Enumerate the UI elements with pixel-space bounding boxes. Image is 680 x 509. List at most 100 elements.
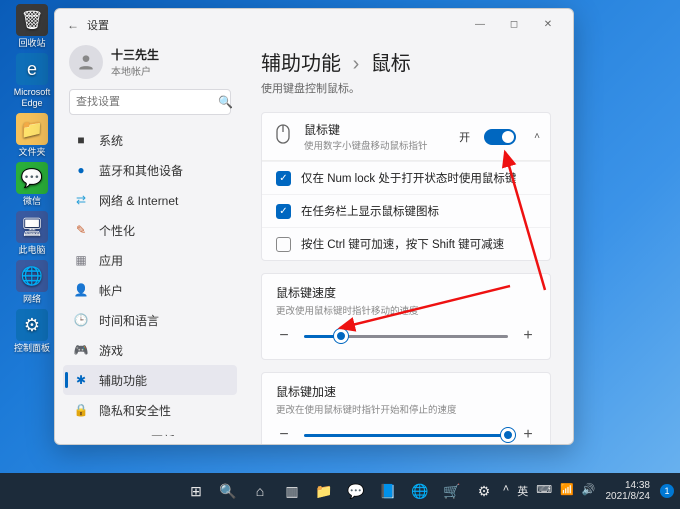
sidebar-item[interactable]: 👤帐户 bbox=[63, 275, 237, 305]
checkbox[interactable] bbox=[276, 237, 291, 252]
window-max-button[interactable]: ◻ bbox=[497, 13, 531, 37]
search-box[interactable]: 🔍 bbox=[69, 89, 231, 115]
sidebar-item-label: 蓝牙和其他设备 bbox=[99, 162, 183, 179]
chevron-up-icon[interactable]: ˄ bbox=[534, 131, 540, 142]
desktop-icon[interactable]: 🗑回收站 bbox=[6, 4, 58, 49]
sidebar-item[interactable]: ■ 系统 bbox=[63, 125, 237, 155]
mouse-icon bbox=[272, 124, 294, 149]
speed-slider[interactable] bbox=[304, 335, 508, 338]
speed-title: 鼠标键速度 bbox=[276, 284, 536, 301]
sidebar-item[interactable]: ⟳ Windows 更新 bbox=[63, 425, 237, 436]
sidebar-item-label: 个性化 bbox=[99, 222, 135, 239]
settings-sidebar: 十三先生 本地帐户 🔍 ■ 系统 ● 蓝牙和其他设备 ⇄ 网络 & Internet ✎个性… bbox=[55, 41, 245, 444]
page-subtitle: 使用键盘控制鼠标。 bbox=[261, 80, 551, 96]
tray-overflow-icon[interactable]: ˄ bbox=[503, 483, 509, 499]
sidebar-item[interactable]: ✎个性化 bbox=[63, 215, 237, 245]
breadcrumb-parent[interactable]: 辅助功能 bbox=[261, 53, 341, 75]
sidebar-item-label: 网络 & Internet bbox=[99, 192, 178, 209]
desktop-icon[interactable]: 🖥此电脑 bbox=[6, 211, 58, 256]
tray-volume-icon[interactable]: 🔊 bbox=[582, 483, 596, 499]
taskbar-button[interactable]: ⌂ bbox=[247, 478, 273, 504]
window-close-button[interactable]: ✕ bbox=[531, 13, 565, 37]
sidebar-nav: ■ 系统 ● 蓝牙和其他设备 ⇄ 网络 & Internet ✎个性化▦应用👤帐户🕒时间和语… bbox=[63, 125, 237, 436]
accel-minus-button[interactable]: − bbox=[276, 426, 292, 444]
tray-wifi-icon[interactable]: 📶 bbox=[560, 483, 574, 499]
sidebar-item-icon: 👤 bbox=[73, 283, 89, 297]
sidebar-item-icon: 🕒 bbox=[73, 313, 89, 327]
option-label: 在任务栏上显示鼠标键图标 bbox=[301, 203, 439, 219]
mousekeys-title: 鼠标键 bbox=[304, 121, 449, 138]
taskbar-button[interactable]: 📁 bbox=[311, 478, 337, 504]
taskbar-center: ⊞🔍⌂▥📁💬📘🌐🛒⚙ bbox=[183, 478, 497, 504]
accel-card: 鼠标键加速 更改在使用鼠标键时指针开始和停止的速度 − + bbox=[261, 372, 551, 444]
desktop-icon[interactable]: 💬微信 bbox=[6, 162, 58, 207]
sidebar-item[interactable]: 🕒时间和语言 bbox=[63, 305, 237, 335]
accel-title: 鼠标键加速 bbox=[276, 383, 536, 400]
desktop-icon[interactable]: 📁文件夹 bbox=[6, 113, 58, 158]
sidebar-item-icon: ⇄ bbox=[73, 193, 89, 207]
sidebar-item[interactable]: ▦应用 bbox=[63, 245, 237, 275]
option-label: 按住 Ctrl 键可加速，按下 Shift 键可减速 bbox=[301, 236, 504, 252]
settings-content: 辅助功能 › 鼠标 使用键盘控制鼠标。 鼠标键 使用数字小键盘移动鼠标指针 开 … bbox=[245, 41, 573, 444]
mousekeys-option[interactable]: ✓ 在任务栏上显示鼠标键图标 bbox=[262, 194, 550, 227]
taskbar-button[interactable]: 🔍 bbox=[215, 478, 241, 504]
mousekeys-option[interactable]: ✓仅在 Num lock 处于打开状态时使用鼠标键 bbox=[262, 161, 550, 194]
sidebar-item-label: 隐私和安全性 bbox=[99, 402, 171, 419]
taskbar-button[interactable]: 💬 bbox=[343, 478, 369, 504]
taskbar-button[interactable]: ⚙ bbox=[471, 478, 497, 504]
sidebar-item-label: 游戏 bbox=[99, 342, 123, 359]
taskbar-button[interactable]: ⊞ bbox=[183, 478, 209, 504]
desktop-icon[interactable]: ⚙控制面板 bbox=[6, 309, 58, 354]
sidebar-item[interactable]: ⇄ 网络 & Internet bbox=[63, 185, 237, 215]
sidebar-item[interactable]: 🎮 游戏 bbox=[63, 335, 237, 365]
sidebar-item-label: Windows 更新 bbox=[99, 432, 175, 437]
checkbox[interactable]: ✓ bbox=[276, 204, 291, 219]
speed-desc: 更改使用鼠标键时指针移动的速度 bbox=[276, 303, 536, 317]
checkbox[interactable]: ✓ bbox=[276, 171, 291, 186]
sidebar-item-icon: ✱ bbox=[73, 373, 89, 387]
sidebar-item[interactable]: ● 蓝牙和其他设备 bbox=[63, 155, 237, 185]
user-block[interactable]: 十三先生 本地帐户 bbox=[63, 41, 237, 89]
sidebar-item-label: 辅助功能 bbox=[99, 372, 147, 389]
taskbar-button[interactable]: ▥ bbox=[279, 478, 305, 504]
taskbar-clock[interactable]: 14:38 2021/8/24 bbox=[606, 480, 651, 502]
mousekeys-desc: 使用数字小键盘移动鼠标指针 bbox=[304, 138, 449, 152]
back-button[interactable]: ← bbox=[63, 18, 83, 32]
sidebar-item[interactable]: 🔒隐私和安全性 bbox=[63, 395, 237, 425]
tray-ime[interactable]: 英 bbox=[517, 483, 528, 499]
window-title: 设置 bbox=[87, 17, 109, 33]
taskbar-button[interactable]: 🌐 bbox=[407, 478, 433, 504]
mousekeys-option[interactable]: 按住 Ctrl 键可加速，按下 Shift 键可减速 bbox=[262, 227, 550, 260]
avatar bbox=[69, 45, 103, 79]
tray-keyboard-icon[interactable]: ⌨ bbox=[536, 483, 552, 499]
speed-plus-button[interactable]: + bbox=[520, 327, 536, 345]
search-icon: 🔍 bbox=[218, 95, 233, 109]
desktop-icon[interactable]: 🌐网络 bbox=[6, 260, 58, 305]
mousekeys-options: ✓仅在 Num lock 处于打开状态时使用鼠标键✓在任务栏上显示鼠标键图标按住… bbox=[262, 160, 550, 260]
breadcrumb-current: 鼠标 bbox=[371, 53, 411, 75]
mousekeys-state: 开 bbox=[459, 129, 470, 145]
taskbar-button[interactable]: 🛒 bbox=[439, 478, 465, 504]
speed-card: 鼠标键速度 更改使用鼠标键时指针移动的速度 − + bbox=[261, 273, 551, 360]
notification-badge[interactable]: 1 bbox=[660, 484, 674, 498]
breadcrumb: 辅助功能 › 鼠标 bbox=[261, 47, 551, 76]
sidebar-item-label: 系统 bbox=[99, 132, 123, 149]
accel-desc: 更改在使用鼠标键时指针开始和停止的速度 bbox=[276, 402, 536, 416]
sidebar-item-icon: ▦ bbox=[73, 253, 89, 267]
sidebar-item-icon: ■ bbox=[73, 133, 89, 147]
search-input[interactable] bbox=[76, 96, 218, 108]
window-min-button[interactable]: — bbox=[463, 13, 497, 37]
mousekeys-toggle[interactable] bbox=[484, 129, 516, 145]
taskbar-button[interactable]: 📘 bbox=[375, 478, 401, 504]
sidebar-item-icon: ● bbox=[73, 163, 89, 177]
mousekeys-header[interactable]: 鼠标键 使用数字小键盘移动鼠标指针 开 ˄ bbox=[262, 113, 550, 160]
speed-minus-button[interactable]: − bbox=[276, 327, 292, 345]
user-name: 十三先生 bbox=[111, 46, 159, 63]
desktop-icon[interactable]: eMicrosoft Edge bbox=[6, 53, 58, 109]
accel-slider[interactable] bbox=[304, 434, 508, 437]
sidebar-item-icon: 🎮 bbox=[73, 343, 89, 357]
user-type: 本地帐户 bbox=[111, 63, 159, 78]
sidebar-item[interactable]: ✱ 辅助功能 bbox=[63, 365, 237, 395]
sidebar-item-icon: ⟳ bbox=[73, 433, 89, 436]
accel-plus-button[interactable]: + bbox=[520, 426, 536, 444]
